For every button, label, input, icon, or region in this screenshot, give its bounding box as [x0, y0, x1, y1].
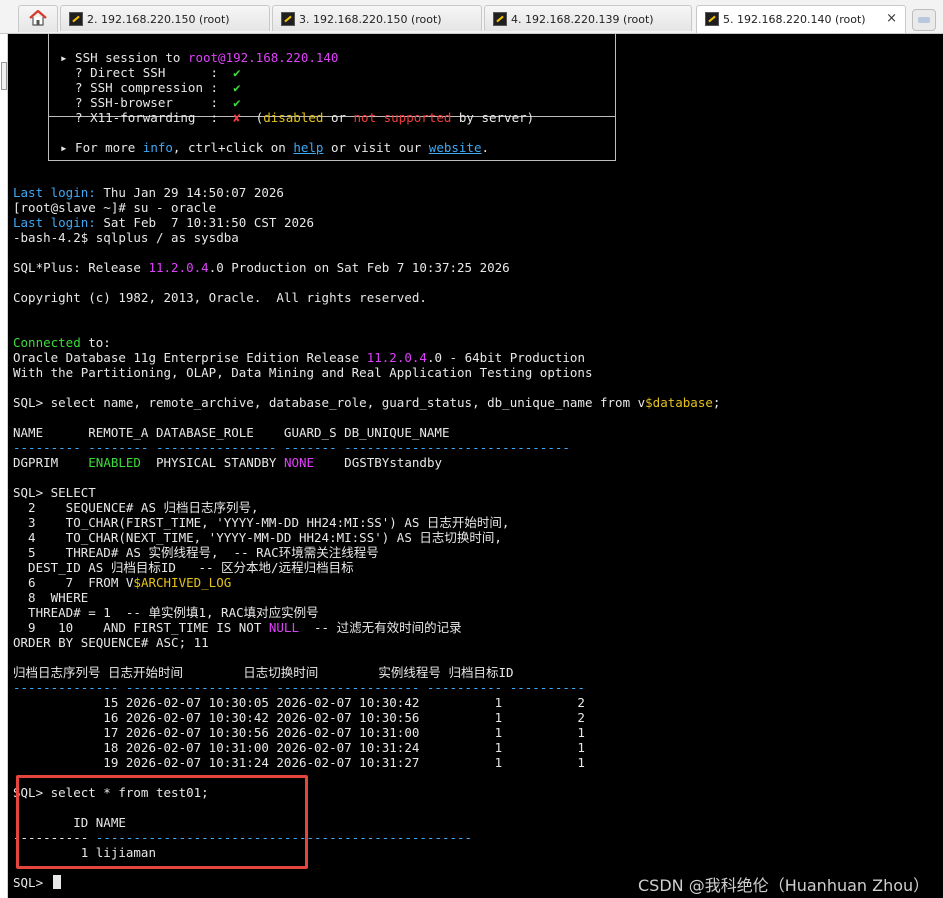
- panel-collapse-handle[interactable]: [1, 62, 7, 90]
- oracle-version-line: Oracle Database 11g Enterprise Edition R…: [13, 350, 585, 365]
- terminal-tab-icon: [705, 12, 719, 26]
- ssh-session-line: ▸ SSH session to root@192.168.220.140: [60, 50, 339, 65]
- sql-query-line: THREAD# = 1 -- 单实例填1, RAC填对应实例号: [13, 605, 319, 620]
- result-row: 17 2026-02-07 10:30:56 2026-02-07 10:31:…: [13, 725, 585, 740]
- check-icon: ✔: [233, 80, 241, 95]
- tab-session-3[interactable]: 3. 192.168.220.150 (root): [272, 5, 482, 31]
- check-icon: ✔: [233, 65, 241, 80]
- ssh-browser-line: ? SSH-browser : ✔: [60, 95, 241, 110]
- terminal-cursor: [53, 875, 61, 889]
- sql-query-line: SQL> SELECT: [13, 485, 96, 500]
- sql-query-line: ORDER BY SEQUENCE# ASC; 11: [13, 635, 209, 650]
- oracle-options-line: With the Partitioning, OLAP, Data Mining…: [13, 365, 593, 380]
- help-link[interactable]: help: [293, 140, 323, 155]
- result-header: NAME REMOTE_A DATABASE_ROLE GUARD_S DB_U…: [13, 425, 450, 440]
- terminal-output[interactable]: ▸ SSH session to root@192.168.220.140 ? …: [8, 34, 943, 898]
- tab-label: 2. 192.168.220.150 (root): [87, 13, 230, 26]
- result-row: 16 2026-02-07 10:30:42 2026-02-07 10:30:…: [13, 710, 585, 725]
- x11-forwarding-line: ? X11-forwarding : ✘ (disabled or not su…: [60, 110, 535, 125]
- cross-icon: ✘: [233, 110, 241, 125]
- new-tab-icon[interactable]: [912, 9, 936, 31]
- result-row: 18 2026-02-07 10:31:00 2026-02-07 10:31:…: [13, 740, 585, 755]
- sql-query-line: 2 SEQUENCE# AS 归档日志序列号,: [13, 500, 259, 515]
- copyright-line: Copyright (c) 1982, 2013, Oracle. All ri…: [13, 290, 427, 305]
- terminal-tab-icon: [493, 12, 507, 26]
- tab-label: 3. 192.168.220.150 (root): [299, 13, 442, 26]
- sql-query-line: 9 10 AND FIRST_TIME IS NOT NULL -- 过滤无有效…: [13, 620, 462, 635]
- result-row: 19 2026-02-07 10:31:24 2026-02-07 10:31:…: [13, 755, 585, 770]
- check-icon: ✔: [233, 95, 241, 110]
- sql-query-line: 8 WHERE: [13, 590, 89, 605]
- sql-query-database: SQL> select name, remote_archive, databa…: [13, 395, 721, 410]
- sql-query-line: DEST_ID AS 归档目标ID -- 区分本地/远程归档目标: [13, 560, 354, 575]
- left-panel-edge: [0, 34, 8, 898]
- result-separator: --------- -------- ---------------- ----…: [13, 440, 570, 455]
- tab-bar: 2. 192.168.220.150 (root) 3. 192.168.220…: [0, 0, 943, 34]
- terminal-tab-icon: [69, 12, 83, 26]
- website-link[interactable]: website: [429, 140, 482, 155]
- last-login-line: Last login: Thu Jan 29 14:50:07 2026: [13, 185, 284, 200]
- result-row: DGPRIM ENABLED PHYSICAL STANDBY NONE DGS…: [13, 455, 442, 470]
- result-header: 归档日志序列号 日志开始时间 日志切换时间 实例线程号 归档目标ID: [13, 665, 514, 680]
- result-row: 15 2026-02-07 10:30:05 2026-02-07 10:30:…: [13, 695, 585, 710]
- connected-line: Connected to:: [13, 335, 111, 350]
- close-icon[interactable]: ×: [886, 11, 897, 26]
- sqlplus-release-line: SQL*Plus: Release 11.2.0.4.0 Production …: [13, 260, 510, 275]
- last-login-line: Last login: Sat Feb 7 10:31:50 CST 2026: [13, 215, 315, 230]
- terminal-tab-icon: [281, 12, 295, 26]
- tab-session-2[interactable]: 2. 192.168.220.150 (root): [60, 5, 270, 31]
- result-separator: -------------- ------------------- -----…: [13, 680, 585, 695]
- sqlplus-command-line: -bash-4.2$ sqlplus / as sysdba: [13, 230, 239, 245]
- watermark: CSDN @我科绝伦（Huanhuan Zhou）: [638, 876, 930, 895]
- tab-session-4[interactable]: 4. 192.168.220.139 (root): [484, 5, 692, 31]
- direct-ssh-line: ? Direct SSH : ✔: [60, 65, 241, 80]
- su-command-line: [root@slave ~]# su - oracle: [13, 200, 217, 215]
- tab-label: 4. 192.168.220.139 (root): [511, 13, 654, 26]
- home-icon: [29, 9, 47, 26]
- sql-query-line: 4 TO_CHAR(NEXT_TIME, 'YYYY-MM-DD HH24:MI…: [13, 530, 502, 545]
- sql-query-line: 5 THREAD# AS 实例线程号, -- RAC环境需关注线程号: [13, 545, 379, 560]
- ssh-compression-line: ? SSH compression : ✔: [60, 80, 241, 95]
- more-info-line: ▸ For more info, ctrl+click on help or v…: [60, 140, 490, 155]
- highlight-annotation-box: [16, 775, 308, 869]
- sql-prompt[interactable]: SQL>: [13, 875, 51, 890]
- home-tab[interactable]: [18, 5, 58, 32]
- tab-session-5[interactable]: 5. 192.168.220.140 (root) ×: [696, 5, 906, 33]
- tab-label: 5. 192.168.220.140 (root): [723, 13, 866, 26]
- sql-query-line: 3 TO_CHAR(FIRST_TIME, 'YYYY-MM-DD HH24:M…: [13, 515, 510, 530]
- sql-query-line: 6 7 FROM V$ARCHIVED_LOG: [13, 575, 232, 590]
